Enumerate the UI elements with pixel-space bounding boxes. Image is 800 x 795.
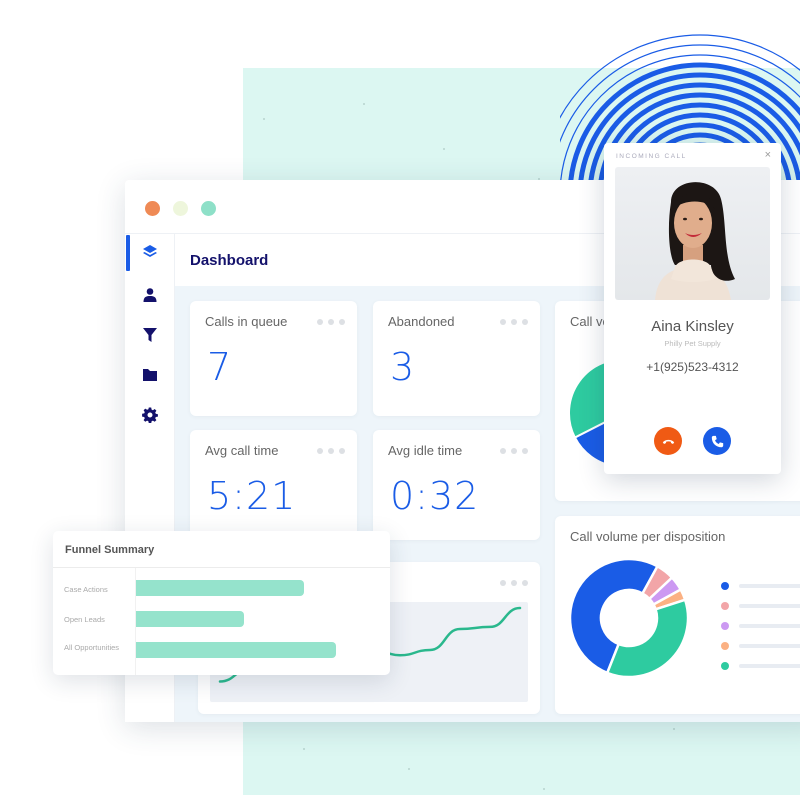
accept-call-button[interactable] bbox=[703, 427, 731, 455]
disposition-donut-chart bbox=[568, 557, 690, 679]
funnel-summary-panel: Funnel Summary Case Actions Open Leads A… bbox=[53, 531, 390, 675]
legend-swatch bbox=[721, 582, 729, 590]
more-options-icon[interactable] bbox=[500, 319, 528, 325]
card-calls-in-queue[interactable]: Calls in queue 7 bbox=[190, 301, 357, 416]
card-call-volume-per-disposition[interactable]: Call volume per disposition bbox=[555, 516, 800, 714]
legend-swatch bbox=[721, 622, 729, 630]
card-title: Avg call time bbox=[205, 443, 279, 458]
card-avg-call-time[interactable]: Avg call time 5:21 bbox=[190, 430, 357, 540]
card-title: Call volume per disposition bbox=[570, 529, 726, 544]
legend-label-placeholder bbox=[739, 644, 800, 648]
legend-label-placeholder bbox=[739, 604, 800, 608]
gear-icon bbox=[142, 407, 158, 423]
caller-photo bbox=[615, 167, 770, 300]
card-avg-idle-time[interactable]: Avg idle time 0:32 bbox=[373, 430, 540, 540]
card-title: Calls in queue bbox=[205, 314, 288, 329]
layers-icon bbox=[143, 245, 157, 257]
caller-phone: +1(925)523-4312 bbox=[646, 360, 739, 374]
legend-swatch bbox=[721, 662, 729, 670]
sidebar-item-files[interactable] bbox=[125, 358, 175, 392]
legend-swatch bbox=[721, 642, 729, 650]
filter-icon bbox=[143, 328, 157, 342]
legend-item bbox=[721, 662, 800, 670]
funnel-label: Open Leads bbox=[64, 615, 105, 624]
card-title: Abandoned bbox=[388, 314, 455, 329]
funnel-bar bbox=[136, 642, 336, 658]
caller-company: Philly Pet Supply bbox=[664, 339, 721, 348]
more-options-icon[interactable] bbox=[317, 448, 345, 454]
funnel-label: All Opportunities bbox=[64, 643, 120, 652]
funnel-title: Funnel Summary bbox=[65, 544, 155, 556]
legend-item bbox=[721, 642, 800, 650]
close-icon[interactable]: × bbox=[765, 149, 771, 161]
caller-avatar-illustration bbox=[655, 182, 735, 300]
metric-value: 5:21 bbox=[207, 474, 297, 518]
sidebar-item-filter[interactable] bbox=[125, 318, 175, 352]
decline-call-button[interactable] bbox=[654, 427, 682, 455]
legend-item bbox=[721, 602, 800, 610]
caller-name: Aina Kinsley bbox=[651, 318, 734, 335]
hang-up-icon bbox=[662, 439, 674, 444]
legend-item bbox=[721, 582, 800, 590]
funnel-header: Funnel Summary bbox=[53, 531, 390, 568]
window-close-button[interactable] bbox=[145, 201, 160, 216]
metric-value: 7 bbox=[207, 345, 233, 389]
page-title: Dashboard bbox=[190, 252, 269, 269]
legend-label-placeholder bbox=[739, 664, 800, 668]
folder-icon bbox=[143, 369, 157, 381]
window-minimize-button[interactable] bbox=[173, 201, 188, 216]
donut-slice bbox=[605, 598, 690, 679]
card-abandoned[interactable]: Abandoned 3 bbox=[373, 301, 540, 416]
user-icon bbox=[143, 288, 157, 302]
phone-icon bbox=[711, 435, 723, 447]
sidebar-item-contacts[interactable] bbox=[125, 278, 175, 312]
funnel-label: Case Actions bbox=[64, 585, 108, 594]
more-options-icon[interactable] bbox=[500, 448, 528, 454]
sidebar-item-settings[interactable] bbox=[125, 398, 175, 432]
metric-value: 3 bbox=[390, 345, 416, 389]
incoming-call-label: INCOMING CALL bbox=[616, 153, 687, 160]
legend-swatch bbox=[721, 602, 729, 610]
more-options-icon[interactable] bbox=[317, 319, 345, 325]
incoming-call-popup: INCOMING CALL × Aina Kinsley Philly Pet … bbox=[604, 143, 781, 474]
sidebar-item-dashboard[interactable] bbox=[125, 235, 175, 271]
metric-value: 0:32 bbox=[390, 474, 480, 518]
legend-item bbox=[721, 622, 800, 630]
funnel-bar bbox=[136, 611, 244, 627]
legend-label-placeholder bbox=[739, 584, 800, 588]
card-title: Avg idle time bbox=[388, 443, 463, 458]
funnel-bar bbox=[136, 580, 304, 596]
legend-label-placeholder bbox=[739, 624, 800, 628]
window-maximize-button[interactable] bbox=[201, 201, 216, 216]
